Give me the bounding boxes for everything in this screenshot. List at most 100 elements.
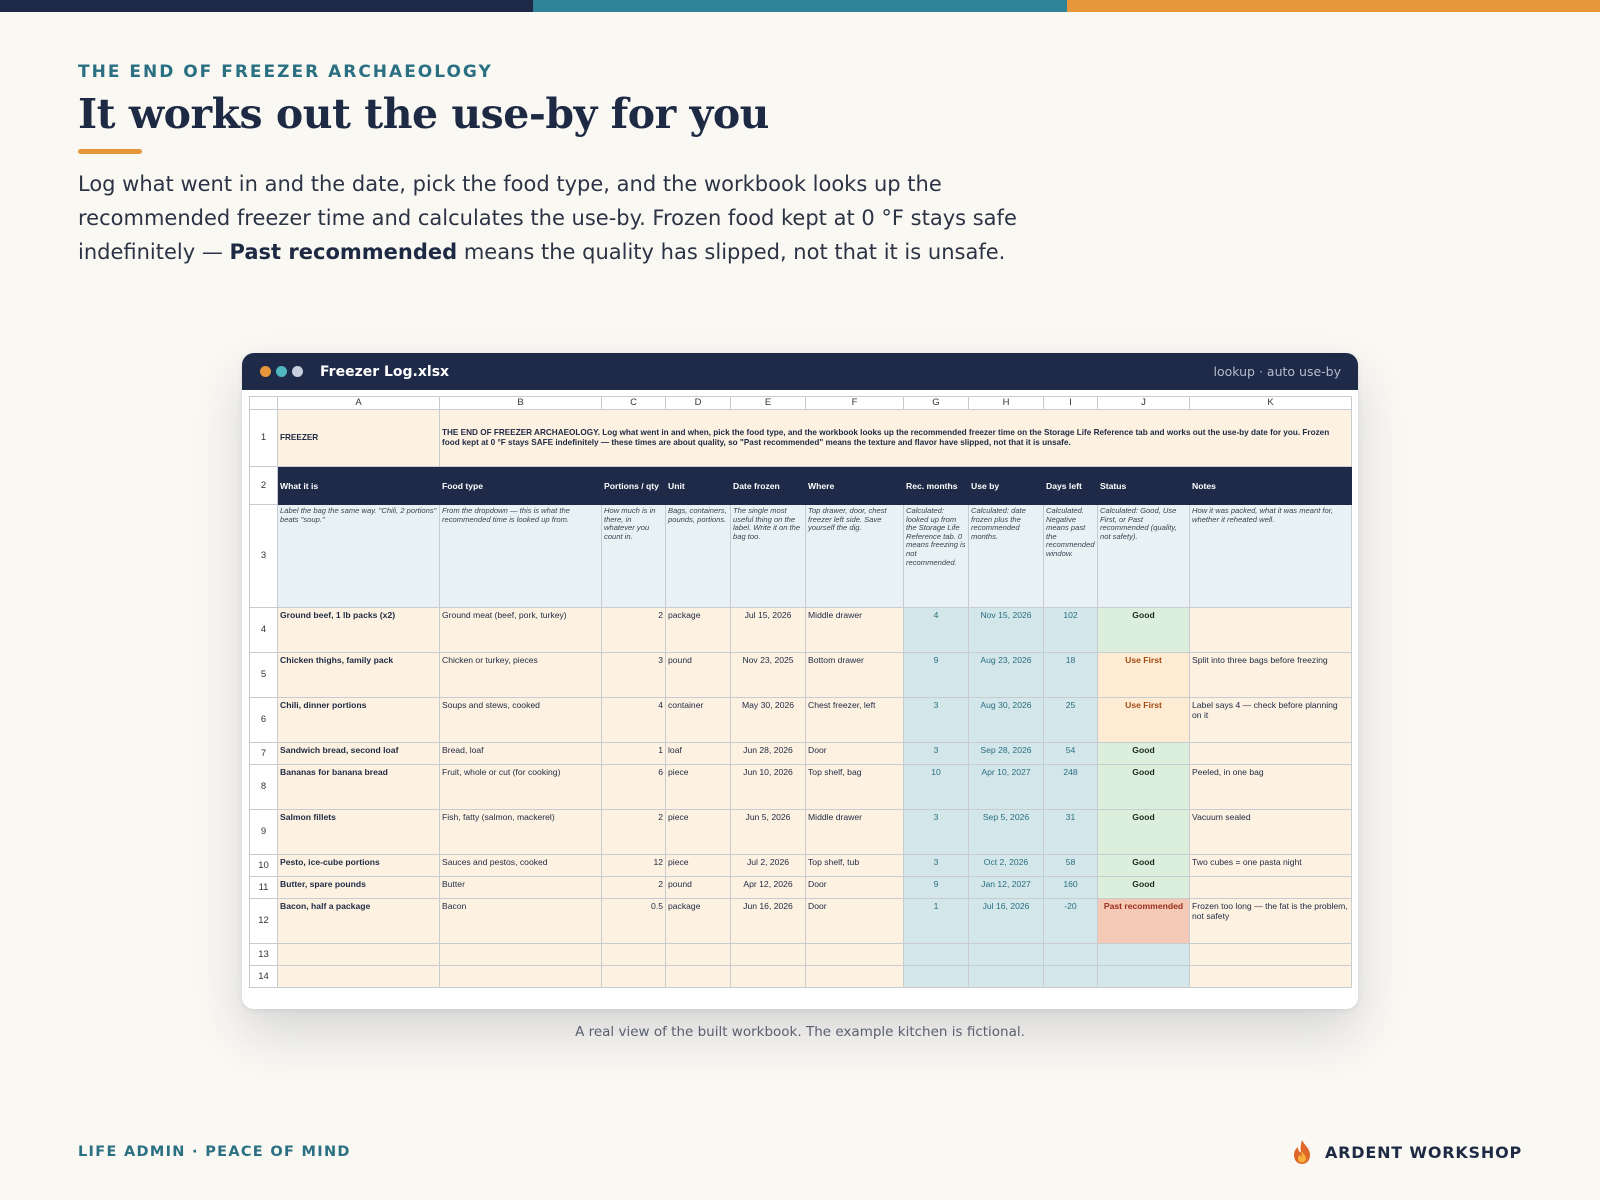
date-frozen-cell[interactable]: Nov 23, 2025	[730, 652, 806, 698]
status-cell[interactable]	[1097, 965, 1190, 988]
date-frozen-cell[interactable]: May 30, 2026	[730, 697, 806, 743]
use-by-cell[interactable]: Sep 5, 2026	[968, 809, 1044, 855]
hint-cell[interactable]: Top drawer, door, chest freezer left sid…	[805, 504, 904, 608]
rec-months-cell[interactable]: 10	[903, 764, 969, 810]
hint-cell[interactable]: Calculated: Good, Use First, or Past rec…	[1097, 504, 1190, 608]
date-frozen-cell[interactable]: Apr 12, 2026	[730, 876, 806, 899]
item-name-cell[interactable]: Ground beef, 1 lb packs (x2)	[277, 607, 440, 653]
rec-months-cell[interactable]	[903, 943, 969, 966]
quantity-cell[interactable]	[601, 943, 666, 966]
food-type-cell[interactable]	[439, 965, 602, 988]
days-left-cell[interactable]: 248	[1043, 764, 1098, 810]
header-days-left[interactable]: Days left	[1043, 466, 1098, 505]
hint-cell[interactable]: The single most useful thing on the labe…	[730, 504, 806, 608]
status-cell[interactable]: Good	[1097, 809, 1190, 855]
unit-cell[interactable]: loaf	[665, 742, 731, 765]
food-type-cell[interactable]: Bacon	[439, 898, 602, 944]
notes-cell[interactable]	[1189, 742, 1352, 765]
date-frozen-cell[interactable]: Jun 16, 2026	[730, 898, 806, 944]
notes-cell[interactable]	[1189, 607, 1352, 653]
hint-cell[interactable]: From the dropdown — this is what the rec…	[439, 504, 602, 608]
days-left-cell[interactable]	[1043, 965, 1098, 988]
unit-cell[interactable]: container	[665, 697, 731, 743]
food-type-cell[interactable]: Ground meat (beef, pork, turkey)	[439, 607, 602, 653]
row-number[interactable]: 5	[249, 652, 278, 698]
column-header-j[interactable]: J	[1097, 396, 1190, 410]
status-cell[interactable]: Good	[1097, 742, 1190, 765]
hint-cell[interactable]: How it was packed, what it was meant for…	[1189, 504, 1352, 608]
item-name-cell[interactable]	[277, 943, 440, 966]
notes-cell[interactable]: Peeled, in one bag	[1189, 764, 1352, 810]
column-header-i[interactable]: I	[1043, 396, 1098, 410]
row-number[interactable]: 2	[249, 466, 278, 505]
status-cell[interactable]: Good	[1097, 854, 1190, 877]
header-portions[interactable]: Portions / qty	[601, 466, 666, 505]
sheet-description-cell[interactable]: THE END OF FREEZER ARCHAEOLOGY. Log what…	[439, 409, 1352, 467]
date-frozen-cell[interactable]: Jun 10, 2026	[730, 764, 806, 810]
status-cell[interactable]: Past recommended	[1097, 898, 1190, 944]
header-use-by[interactable]: Use by	[968, 466, 1044, 505]
status-cell[interactable]: Use First	[1097, 652, 1190, 698]
use-by-cell[interactable]: Nov 15, 2026	[968, 607, 1044, 653]
notes-cell[interactable]: Label says 4 — check before planning on …	[1189, 697, 1352, 743]
rec-months-cell[interactable]: 3	[903, 809, 969, 855]
row-number[interactable]: 3	[249, 504, 278, 608]
notes-cell[interactable]	[1189, 943, 1352, 966]
quantity-cell[interactable]: 2	[601, 809, 666, 855]
food-type-cell[interactable]: Soups and stews, cooked	[439, 697, 602, 743]
location-cell[interactable]: Middle drawer	[805, 809, 904, 855]
use-by-cell[interactable]: Sep 28, 2026	[968, 742, 1044, 765]
row-number[interactable]: 7	[249, 742, 278, 765]
item-name-cell[interactable]: Sandwich bread, second loaf	[277, 742, 440, 765]
unit-cell[interactable]: pound	[665, 876, 731, 899]
row-number[interactable]: 11	[249, 876, 278, 899]
location-cell[interactable]: Middle drawer	[805, 607, 904, 653]
quantity-cell[interactable]: 4	[601, 697, 666, 743]
rec-months-cell[interactable]: 3	[903, 854, 969, 877]
hint-cell[interactable]: How much is in there, in whatever you co…	[601, 504, 666, 608]
days-left-cell[interactable]: 102	[1043, 607, 1098, 653]
use-by-cell[interactable]: Aug 23, 2026	[968, 652, 1044, 698]
row-number[interactable]: 1	[249, 409, 278, 467]
food-type-cell[interactable]: Bread, loaf	[439, 742, 602, 765]
header-notes[interactable]: Notes	[1189, 466, 1352, 505]
quantity-cell[interactable]: 0.5	[601, 898, 666, 944]
column-header-g[interactable]: G	[903, 396, 969, 410]
item-name-cell[interactable]: Chili, dinner portions	[277, 697, 440, 743]
column-header-a[interactable]: A	[277, 396, 440, 410]
item-name-cell[interactable]: Salmon fillets	[277, 809, 440, 855]
unit-cell[interactable]: pound	[665, 652, 731, 698]
use-by-cell[interactable]: Aug 30, 2026	[968, 697, 1044, 743]
unit-cell[interactable]: piece	[665, 764, 731, 810]
row-number[interactable]: 12	[249, 898, 278, 944]
hint-cell[interactable]: Calculated: date frozen plus the recomme…	[968, 504, 1044, 608]
use-by-cell[interactable]	[968, 943, 1044, 966]
row-number[interactable]: 13	[249, 943, 278, 966]
date-frozen-cell[interactable]	[730, 965, 806, 988]
header-rec-months[interactable]: Rec. months	[903, 466, 969, 505]
rec-months-cell[interactable]: 9	[903, 652, 969, 698]
item-name-cell[interactable]: Butter, spare pounds	[277, 876, 440, 899]
unit-cell[interactable]: package	[665, 607, 731, 653]
row-number[interactable]: 14	[249, 965, 278, 988]
date-frozen-cell[interactable]: Jun 28, 2026	[730, 742, 806, 765]
location-cell[interactable]: Door	[805, 742, 904, 765]
row-number[interactable]: 4	[249, 607, 278, 653]
header-where[interactable]: Where	[805, 466, 904, 505]
header-food-type[interactable]: Food type	[439, 466, 602, 505]
status-cell[interactable]: Good	[1097, 876, 1190, 899]
days-left-cell[interactable]: 58	[1043, 854, 1098, 877]
quantity-cell[interactable]: 3	[601, 652, 666, 698]
days-left-cell[interactable]: 54	[1043, 742, 1098, 765]
date-frozen-cell[interactable]	[730, 943, 806, 966]
column-header-b[interactable]: B	[439, 396, 602, 410]
quantity-cell[interactable]: 1	[601, 742, 666, 765]
hint-cell[interactable]: Calculated. Negative means past the reco…	[1043, 504, 1098, 608]
unit-cell[interactable]: piece	[665, 809, 731, 855]
food-type-cell[interactable]: Chicken or turkey, pieces	[439, 652, 602, 698]
use-by-cell[interactable]: Oct 2, 2026	[968, 854, 1044, 877]
column-header-c[interactable]: C	[601, 396, 666, 410]
food-type-cell[interactable]: Fish, fatty (salmon, mackerel)	[439, 809, 602, 855]
notes-cell[interactable]	[1189, 965, 1352, 988]
quantity-cell[interactable]: 6	[601, 764, 666, 810]
